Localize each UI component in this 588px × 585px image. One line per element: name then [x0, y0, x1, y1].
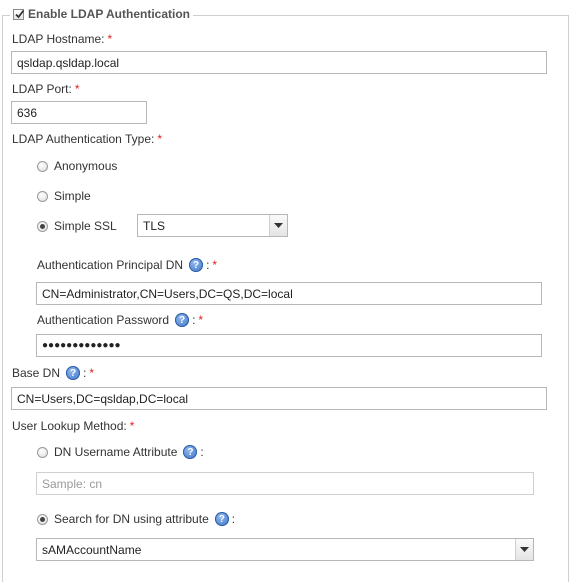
- radio-anonymous-label: Anonymous: [54, 159, 118, 173]
- help-icon[interactable]: ?: [66, 366, 81, 380]
- password-label: Authentication Password ? : *: [37, 313, 204, 327]
- hostname-label: LDAP Hostname: *: [12, 32, 113, 46]
- base-dn-label: Base DN ? : *: [12, 366, 95, 380]
- enable-ldap-label: Enable LDAP Authentication: [28, 7, 191, 21]
- radio-simple-ssl-label: Simple SSL: [54, 219, 117, 233]
- ssl-mode-select[interactable]: TLS: [137, 214, 288, 237]
- radio-anonymous[interactable]: Anonymous: [37, 159, 117, 173]
- auth-type-label: LDAP Authentication Type: *: [12, 132, 162, 146]
- radio-simple-ssl[interactable]: Simple SSL: [37, 219, 117, 233]
- radio-search-dn-label: Search for DN using attribute: [54, 512, 209, 526]
- help-icon[interactable]: ?: [214, 512, 229, 526]
- radio-simple-control[interactable]: [37, 190, 48, 202]
- principal-dn-label: Authentication Principal DN ? : *: [37, 258, 218, 272]
- search-attribute-value: sAMAccountName: [42, 542, 142, 557]
- hostname-input[interactable]: qsldap.qsldap.local: [11, 51, 547, 74]
- port-input[interactable]: 636: [11, 101, 147, 124]
- help-icon[interactable]: ?: [175, 313, 190, 327]
- radio-simple-label: Simple: [54, 189, 91, 203]
- radio-search-dn[interactable]: Search for DN using attribute ? :: [37, 512, 235, 526]
- chevron-down-icon[interactable]: [269, 215, 287, 236]
- radio-search-dn-control[interactable]: [37, 513, 48, 525]
- radio-anonymous-control[interactable]: [37, 160, 48, 172]
- search-attribute-select[interactable]: sAMAccountName: [36, 538, 534, 561]
- radio-dn-username-control[interactable]: [37, 446, 48, 458]
- enable-ldap-legend[interactable]: Enable LDAP Authentication: [10, 7, 194, 21]
- password-input[interactable]: ●●●●●●●●●●●●●: [36, 334, 542, 357]
- help-icon[interactable]: ?: [189, 258, 204, 272]
- chevron-down-icon[interactable]: [515, 539, 533, 560]
- principal-dn-input[interactable]: CN=Administrator,CN=Users,DC=QS,DC=local: [36, 282, 542, 305]
- radio-simple[interactable]: Simple: [37, 189, 91, 203]
- port-label: LDAP Port: *: [12, 82, 80, 96]
- base-dn-input[interactable]: CN=Users,DC=qsldap,DC=local: [11, 387, 547, 410]
- radio-simple-ssl-control[interactable]: [37, 220, 48, 232]
- lookup-method-label: User Lookup Method: *: [12, 419, 135, 433]
- help-icon[interactable]: ?: [183, 445, 198, 459]
- radio-dn-username[interactable]: DN Username Attribute ? :: [37, 445, 204, 459]
- checkmark-icon: [15, 9, 25, 18]
- dn-username-input[interactable]: Sample: cn: [36, 472, 534, 495]
- radio-dn-username-label: DN Username Attribute: [54, 445, 178, 459]
- ssl-mode-value: TLS: [143, 218, 166, 233]
- enable-ldap-checkbox[interactable]: [13, 8, 25, 20]
